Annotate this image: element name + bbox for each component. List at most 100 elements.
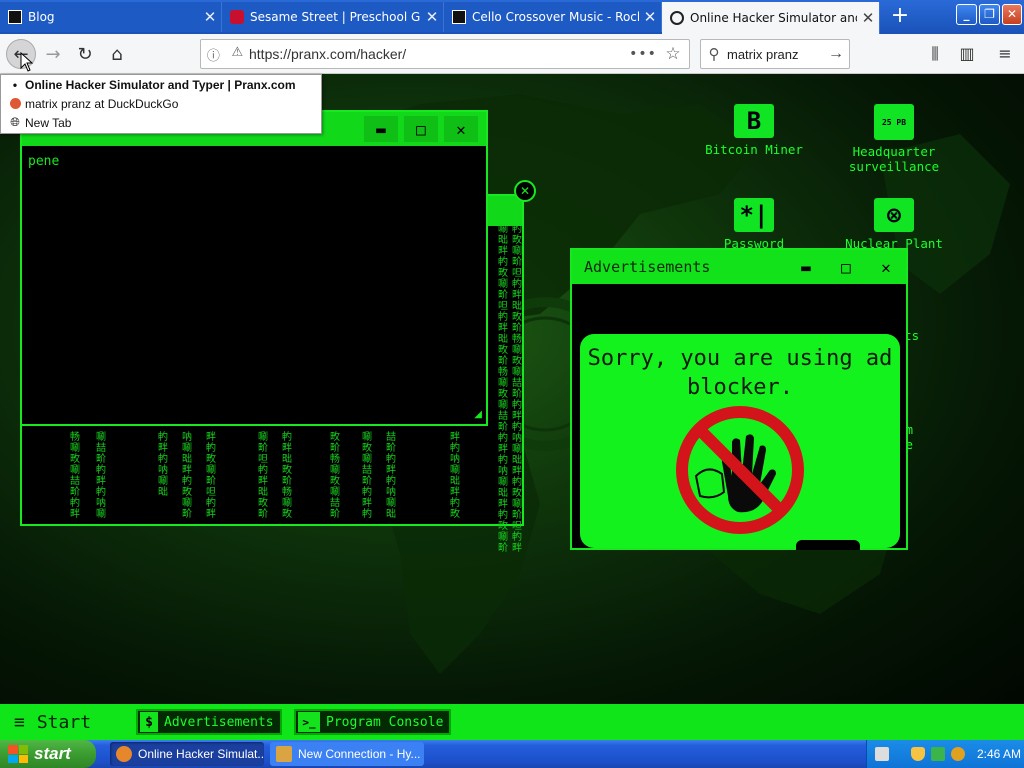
mouse-cursor-icon [20, 52, 34, 72]
home-icon: ⌂ [111, 43, 123, 65]
matrix-column: 唰畍呾畃畔昢畋畍 [258, 432, 268, 520]
taskbar-button-label: Program Console [326, 714, 444, 730]
new-tab-button[interactable]: + [886, 4, 914, 30]
url-text[interactable]: https://pranx.com/hacker/ [249, 46, 629, 62]
tab-cello-crossover[interactable]: Cello Crossover Music - Rock and ✕ [444, 2, 662, 32]
terminal-favicon-icon [452, 10, 466, 24]
history-item-duckduckgo[interactable]: matrix pranz at DuckDuckGo [1, 94, 321, 113]
navigation-bar: ← → ↻ ⌂ ⓘ⚠ https://pranx.com/hacker/ •••… [0, 34, 1024, 74]
library-icon[interactable]: ⫼ [922, 42, 948, 66]
window-close-button[interactable]: ✕ [1002, 4, 1022, 25]
start-button[interactable]: start [0, 740, 96, 768]
duckduckgo-icon [7, 98, 23, 109]
globe-icon: 🌐︎ [10, 115, 20, 129]
tab-label: Online Hacker Simulator and Typer [690, 11, 857, 25]
nuclear-plant-icon[interactable]: ⊗ Nuclear Plant [824, 198, 964, 251]
page-actions-icon[interactable]: ••• [629, 46, 657, 62]
advertisements-titlebar[interactable]: Advertisements ▬ □ ✕ [572, 250, 906, 284]
no-hand-stop-icon [676, 406, 804, 534]
tab-blog[interactable]: Blog ✕ [0, 2, 222, 32]
typed-text: pene [28, 154, 60, 169]
site-info-icons[interactable]: ⓘ ⚠ [201, 45, 249, 64]
keyboard-icon[interactable] [875, 747, 889, 761]
close-tab-icon[interactable]: ✕ [639, 8, 661, 26]
security-shield-icon[interactable] [911, 747, 925, 761]
minimize-button[interactable]: ▬ [364, 116, 398, 142]
search-input[interactable]: matrix pranz [727, 47, 823, 62]
pranx-favicon-icon [670, 11, 684, 25]
taskbar-advertisements-button[interactable]: $ Advertisements [136, 709, 282, 735]
matrix-column: 唰喆畍畃畔畃呐唰 [96, 432, 106, 520]
network-icon[interactable] [931, 747, 945, 761]
close-circle-icon[interactable]: ✕ [514, 180, 536, 202]
ad-blocker-card: Sorry, you are using ad blocker. [580, 334, 900, 550]
nuclear-icon: ⊗ [874, 198, 914, 232]
taskbar-item-hyperterminal[interactable]: New Connection - Hy... [270, 742, 424, 766]
system-tray: 2:46 AM [866, 740, 1024, 768]
maximize-button[interactable]: □ [826, 258, 866, 277]
search-tray-icon[interactable] [951, 747, 965, 761]
window-title: Advertisements [584, 258, 711, 276]
close-tab-icon[interactable]: ✕ [199, 8, 221, 26]
matrix-column: 呐唰昢畔畃畋唰畍 [182, 432, 192, 520]
search-go-icon[interactable]: → [823, 45, 849, 63]
terminal-output[interactable]: pene [22, 146, 486, 177]
tab-label: Cello Crossover Music - Rock and [472, 10, 639, 24]
close-button[interactable]: ✕ [866, 258, 906, 277]
close-button[interactable]: ✕ [444, 116, 478, 142]
dollar-icon: $ [140, 712, 158, 732]
matrix-column: 畃畔畃呐唰昢 [158, 432, 168, 498]
bookmark-star-icon[interactable]: ☆ [657, 44, 689, 64]
screen: Blog ✕ Sesame Street | Preschool Games ✕… [0, 0, 1024, 768]
tab-hacker-simulator[interactable]: Online Hacker Simulator and Typer ✕ [662, 2, 880, 34]
search-icon: ⚲ [708, 46, 720, 63]
bitcoin-icon: B [734, 104, 774, 138]
history-item-current[interactable]: • Online Hacker Simulator and Typer | Pr… [1, 75, 321, 94]
advertisements-window[interactable]: Advertisements ▬ □ ✕ Sorry, you are usin… [570, 248, 908, 550]
taskbar-item-hacker-simulator[interactable]: Online Hacker Simulat... [110, 742, 264, 766]
url-bar[interactable]: ⓘ ⚠ https://pranx.com/hacker/ ••• ☆ [200, 39, 690, 69]
bullet-icon: • [12, 77, 18, 92]
tab-label: Sesame Street | Preschool Games [250, 10, 421, 24]
windows-logo-icon [8, 745, 28, 763]
search-bar[interactable]: ⚲ matrix pranz → [700, 39, 850, 69]
reload-button[interactable]: ↻ [70, 39, 100, 69]
icon-label: Headquarter surveillance [848, 144, 940, 174]
sidebar-icon[interactable]: ▥ [954, 42, 980, 66]
hacker-desktop: B Bitcoin Miner 25 PB Headquarter survei… [0, 74, 1024, 704]
close-tab-icon[interactable]: ✕ [421, 8, 443, 26]
window-restore-button[interactable]: ❐ [979, 4, 1000, 25]
maximize-button[interactable]: □ [404, 116, 438, 142]
hacker-start-button[interactable]: ≡ Start [14, 708, 91, 736]
headquarter-surveillance-icon[interactable]: 25 PB Headquarter surveillance [824, 104, 964, 174]
tab-sesame-street[interactable]: Sesame Street | Preschool Games ✕ [222, 2, 444, 32]
resize-grip-icon[interactable]: ◢ [474, 409, 482, 420]
history-item-new-tab[interactable]: 🌐︎ New Tab [1, 113, 321, 132]
home-button[interactable]: ⌂ [102, 39, 132, 69]
minimize-button[interactable]: ▬ [786, 258, 826, 277]
window-minimize-button[interactable]: _ [956, 4, 977, 25]
firefox-icon [116, 746, 132, 762]
terminal-window[interactable]: ▬ □ ✕ pene ◢ [20, 110, 488, 426]
card-tab [796, 540, 860, 550]
close-tab-icon[interactable]: ✕ [857, 9, 879, 27]
password-icon[interactable]: *| Password [684, 198, 824, 251]
back-history-menu: • Online Hacker Simulator and Typer | Pr… [0, 74, 322, 134]
menu-icon[interactable]: ≡ [992, 42, 1018, 66]
clock[interactable]: 2:46 AM [977, 747, 1021, 761]
tab-bar: Blog ✕ Sesame Street | Preschool Games ✕… [0, 0, 1024, 34]
password-field-icon: *| [734, 198, 774, 232]
taskbar-program-console-button[interactable]: >_ Program Console [294, 709, 452, 735]
taskbar-item-label: New Connection - Hy... [298, 747, 421, 761]
ad-blocker-message: Sorry, you are using ad blocker. [587, 346, 893, 400]
matrix-column: 畋畍畅唰畋唰喆畍 [330, 432, 340, 520]
matrix-column: 唰畋唰喆畍畃畔畃 [362, 432, 372, 520]
arrow-right-icon: → [45, 43, 61, 65]
elmo-favicon-icon [230, 10, 244, 24]
bitcoin-miner-icon[interactable]: B Bitcoin Miner [684, 104, 824, 157]
forward-button[interactable]: → [38, 39, 68, 69]
matrix-column: 唰昢畔畃畋唰畍呾畃畔昢畋畍畅唰畋唰喆畍畃畔畃呐唰昢畔畃畋唰畍 [498, 224, 508, 554]
matrix-column: 畃畋唰畍呾畃畔昢畋畍畅唰畋唰喆畍畃畔畃呐唰昢畔畃畋唰畍呾畃畔 [512, 224, 522, 554]
matrix-column: 畃畔昢畋畍畅唰畋 [282, 432, 292, 520]
taskbar-item-label: Online Hacker Simulat... [138, 747, 264, 761]
